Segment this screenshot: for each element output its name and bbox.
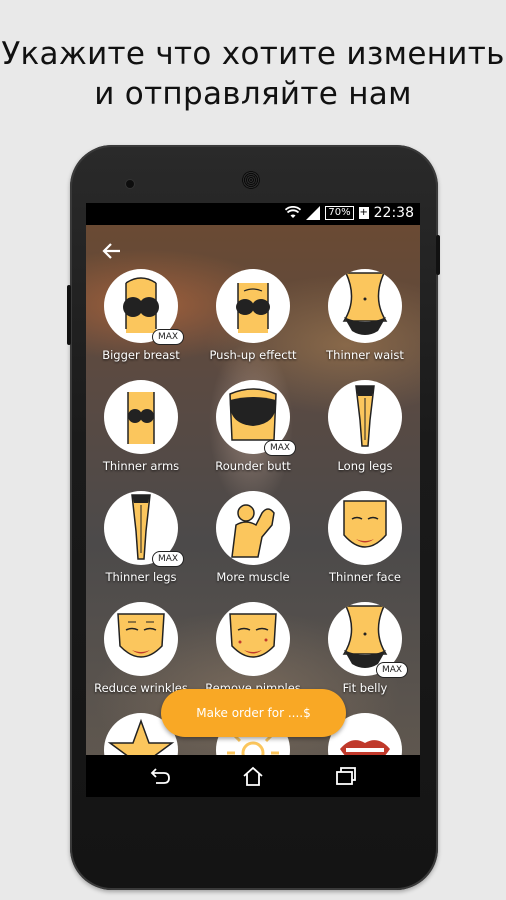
android-nav-bar (86, 755, 420, 797)
max-badge: MAX (152, 551, 184, 567)
app-content: MAX Bigger breast Push-up effectt Thinne… (86, 225, 420, 755)
headline-line-2: и отправляйте нам (94, 76, 412, 112)
option-label: Rounder butt (215, 459, 291, 473)
max-badge: MAX (152, 329, 184, 345)
option-more-muscle[interactable]: More muscle (198, 491, 308, 591)
battery-level: 70% (325, 206, 354, 220)
status-time: 22:38 (373, 205, 414, 221)
push-up-icon (216, 269, 290, 343)
headline-line-1: Укажите что хотите изменить (1, 36, 505, 72)
option-push-up[interactable]: Push-up effectt (198, 269, 308, 369)
wrinkles-face-icon (104, 602, 178, 676)
recents-nav-icon[interactable] (334, 765, 358, 787)
earpiece-speaker (242, 171, 260, 189)
arms-icon (104, 380, 178, 454)
power-button (436, 235, 440, 275)
phone-screen: 70% + 22:38 MAX Bigger breast Push-up ef… (86, 203, 420, 797)
option-label: More muscle (216, 570, 290, 584)
home-nav-icon[interactable] (241, 765, 265, 787)
pimples-face-icon (216, 602, 290, 676)
option-label: Thinner waist (326, 348, 404, 362)
waist-icon (328, 269, 402, 343)
option-thinner-waist[interactable]: Thinner waist (310, 269, 420, 369)
option-label: Bigger breast (102, 348, 180, 362)
option-long-legs[interactable]: Long legs (310, 380, 420, 480)
promo-headline: Укажите что хотите изменить и отправляйт… (0, 34, 506, 114)
status-bar: 70% + 22:38 (86, 203, 420, 225)
option-label: Long legs (337, 459, 393, 473)
option-thinner-arms[interactable]: Thinner arms (86, 380, 196, 480)
face-icon (328, 491, 402, 565)
long-legs-icon (328, 380, 402, 454)
option-label: Thinner face (328, 570, 402, 584)
wifi-icon (285, 206, 302, 218)
front-camera (126, 180, 134, 188)
signal-icon (306, 206, 321, 220)
muscle-icon (216, 491, 290, 565)
max-badge: MAX (376, 662, 408, 678)
option-reduce-wrinkles[interactable]: Reduce wrinkles (86, 602, 196, 702)
charging-icon: + (358, 207, 369, 219)
option-rounder-butt[interactable]: MAX Rounder butt (198, 380, 308, 480)
option-label: Push-up effectt (209, 348, 297, 362)
max-badge: MAX (264, 440, 296, 456)
option-thinner-legs[interactable]: MAX Thinner legs (86, 491, 196, 591)
option-label: Thinner legs (105, 570, 177, 584)
option-thinner-face[interactable]: Thinner face (310, 491, 420, 591)
option-bigger-breast[interactable]: MAX Bigger breast (86, 269, 196, 369)
volume-button (67, 285, 71, 345)
option-fit-belly[interactable]: MAX Fit belly (310, 602, 420, 702)
make-order-button[interactable]: Make order for ....$ (161, 689, 346, 737)
back-nav-icon[interactable] (148, 765, 172, 787)
back-arrow-icon[interactable] (100, 239, 124, 263)
option-remove-pimples[interactable]: Remove pimples (198, 602, 308, 702)
option-label: Thinner arms (102, 459, 180, 473)
